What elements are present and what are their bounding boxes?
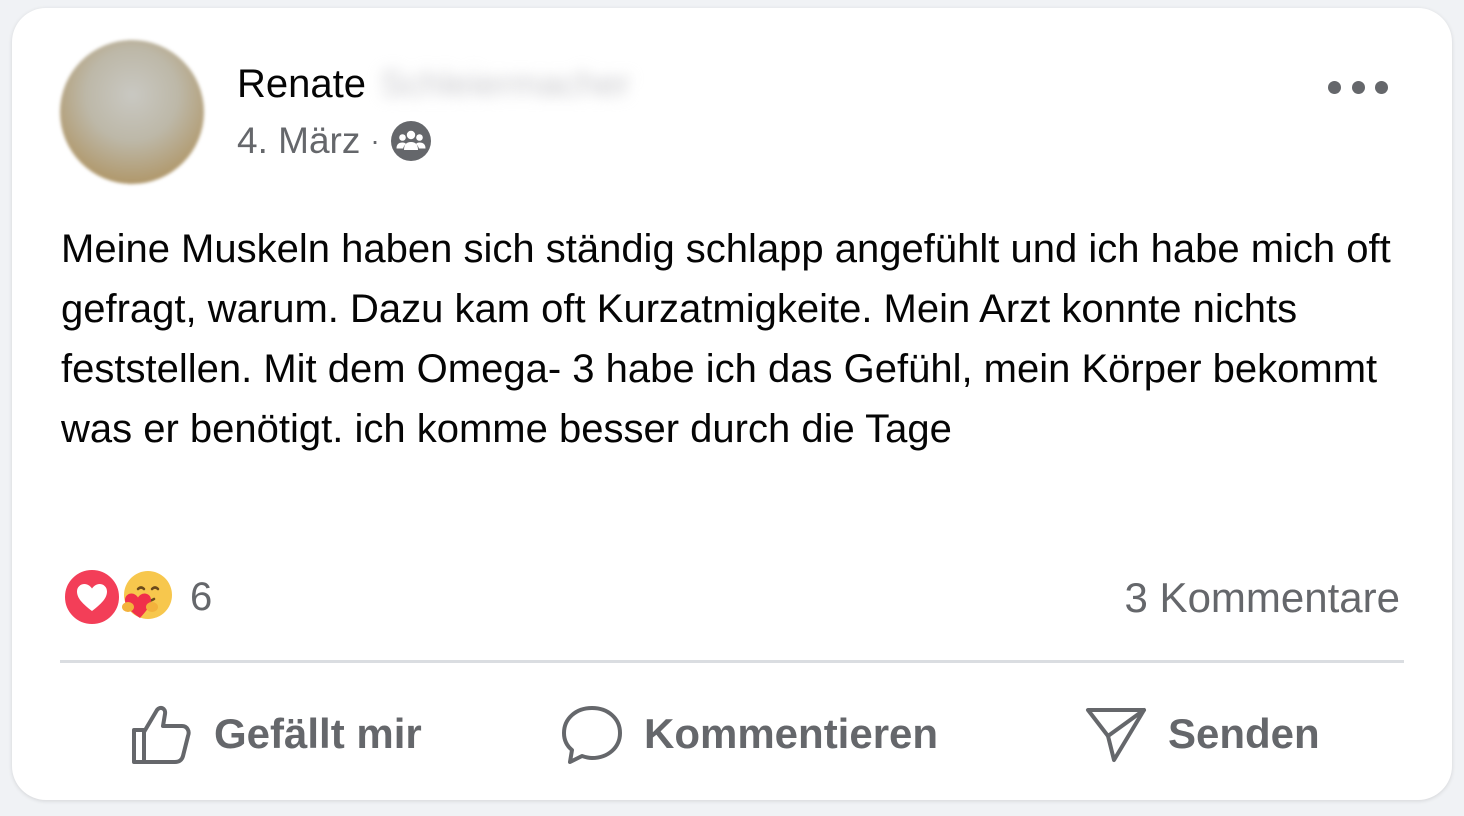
- send-icon: [1084, 702, 1148, 766]
- love-reaction-icon: [62, 567, 122, 627]
- comment-label: Kommentieren: [644, 710, 939, 757]
- author-name[interactable]: Renate Schleiermacher: [237, 60, 630, 108]
- comments-count[interactable]: 3 Kommentare: [1125, 568, 1400, 628]
- reactions-summary[interactable]: 6: [62, 566, 212, 628]
- send-button[interactable]: Senden: [1084, 698, 1320, 770]
- more-dot: [1328, 80, 1341, 94]
- send-label: Senden: [1168, 710, 1320, 757]
- comment-bubble-icon: [560, 702, 624, 766]
- author-first-name[interactable]: Renate: [237, 62, 366, 107]
- post-text: Meine Muskeln haben sich ständig schlapp…: [61, 227, 1391, 451]
- avatar[interactable]: [60, 40, 204, 184]
- post-date[interactable]: 4. März: [237, 120, 360, 162]
- like-button[interactable]: Gefällt mir: [130, 698, 422, 770]
- post-meta: 4. März ·: [237, 116, 432, 166]
- friends-icon[interactable]: [390, 120, 432, 162]
- post-card: Renate Schleiermacher 4. März · Meine Mu…: [12, 8, 1452, 800]
- more-dot: [1351, 80, 1365, 94]
- divider: [60, 660, 1404, 663]
- reaction-count: 6: [190, 574, 213, 619]
- more-dot: [1375, 80, 1388, 94]
- author-last-name-blurred[interactable]: Schleiermacher: [380, 63, 630, 105]
- like-label: Gefällt mir: [214, 710, 422, 757]
- comment-button[interactable]: Kommentieren: [560, 698, 938, 770]
- meta-separator: ·: [370, 125, 380, 156]
- thumbs-up-icon: [130, 702, 194, 766]
- more-options-icon[interactable]: [1328, 74, 1388, 100]
- care-reaction-icon: [116, 567, 176, 627]
